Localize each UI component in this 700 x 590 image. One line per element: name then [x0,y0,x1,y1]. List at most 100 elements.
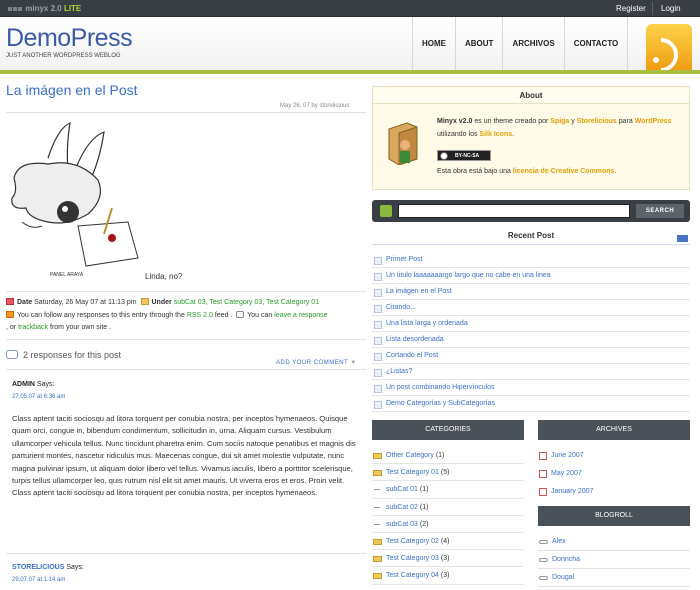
divider [6,339,366,340]
leave-response-link[interactable]: leave a response [274,312,327,319]
archive-item[interactable]: May 2007 [538,465,690,483]
folder-icon [373,470,382,477]
category-link[interactable]: Test Category 01 [266,299,319,306]
recent-post-item[interactable]: Un post combinando Hipervínculos [372,380,690,396]
post-title[interactable]: La imágen en el Post [6,82,138,98]
search-icon [380,205,392,217]
brand-logo: minyx 2.0 LITE [8,4,81,13]
recent-post-item[interactable]: Primer Post [372,252,690,268]
cc-icon [440,152,448,160]
recent-post-item[interactable]: La imágen en el Post [372,284,690,300]
archive-item[interactable]: June 2007 [538,447,690,465]
search-button[interactable]: SEARCH [636,204,684,218]
recent-post-item[interactable]: ¿Listas? [372,364,690,380]
blogroll-item[interactable]: Alex [538,533,690,551]
responses-header: 2 responses for this post [6,350,121,360]
main-nav: HOME ABOUT ARCHIVOS CONTACTO [412,17,629,70]
nav-home[interactable]: HOME [412,17,455,70]
box-icon [388,122,418,165]
brand-name: minyx 2.0 [25,4,62,13]
calendar-icon [539,488,547,496]
subcategory-item[interactable]: subCat 03 (2) [372,516,524,533]
divider [6,112,366,113]
register-link[interactable]: Register [616,4,646,13]
trackback-text: from your own site . [50,324,112,331]
category-list: Other Category (1) Test Category 01 (5) … [372,447,524,585]
recent-post-item[interactable]: Citando... [372,300,690,316]
wordpress-link[interactable]: WordPress [635,118,672,125]
site-title[interactable]: DemoPress [6,24,133,53]
subcategory-item[interactable]: subCat 02 (1) [372,499,524,516]
subcategory-item[interactable]: subCat 01 (1) [372,481,524,499]
link-icon [539,558,548,562]
recent-post-title: Recent Post [507,231,555,240]
post-info: Date Saturday, 26 May 07 at 11:13 pm Und… [6,298,328,331]
trackback-link[interactable]: trackback [18,324,48,331]
blogroll-item[interactable]: Dougal [538,569,690,587]
storelicious-link[interactable]: Storelicious [577,118,617,125]
rss-link[interactable]: RSS 2.0 [187,312,213,319]
add-comment-link[interactable]: ADD YOUR COMMENT ▼ [276,360,357,366]
nav-about[interactable]: ABOUT [455,17,502,70]
calendar-icon [6,298,14,305]
category-link[interactable]: subCat 03 [174,299,206,306]
creative-commons-badge[interactable]: BY-NC-SA [437,150,491,161]
categories-heading: CATEGORIES [372,420,524,440]
blogroll-list: Alex Donncha Dougal [538,533,690,587]
folder-icon [373,556,382,563]
nav-contacto[interactable]: CONTACTO [563,17,629,70]
comment-icon [236,310,245,318]
archives-heading: ARCHIVES [538,420,690,440]
comment-date: 27.05.07 at 6:36 am [12,394,66,400]
archive-item[interactable]: January 2007 [538,483,690,501]
about-text: Minyx v2.0 es un theme creado por Spiga … [437,118,672,138]
recent-post-item[interactable]: Demo Categorías y SubCategorías [372,396,690,412]
post-date-meta: May 26, 07 by storelicious [280,103,350,109]
silk-icons-link[interactable]: Silk Icons [479,131,512,138]
post-image-doodle: PANEL ARAYA [11,122,139,278]
category-item[interactable]: Test Category 01 (5) [372,464,524,482]
license-link[interactable]: licencia de Creative Commons [513,168,615,175]
trackback-text: , or [6,324,17,331]
recent-post-item[interactable]: Lista desordenada [372,332,690,348]
rss-icon[interactable] [677,235,688,242]
category-item[interactable]: Other Category (1) [372,447,524,465]
category-item[interactable]: Test Category 03 (3) [372,550,524,568]
recent-post-list: Primer Post Un titulo laaaaaaargo largo … [372,252,690,412]
divider [6,291,366,292]
search-widget: SEARCH [372,200,690,222]
category-item[interactable]: Test Category 02 (4) [372,533,524,551]
search-input[interactable] [398,204,630,218]
chevron-down-icon: ▼ [350,360,357,366]
nav-archivos[interactable]: ARCHIVOS [502,17,563,70]
folder-icon [373,538,382,545]
site-description: JUST ANOTHER WORDPRESS WEBLOG [6,53,121,59]
recent-post-item[interactable]: Un titulo laaaaaaargo largo que no cabe … [372,268,690,284]
about-widget: About Minyx v2.0 es un theme creado por … [372,86,690,190]
archive-list: June 2007 May 2007 January 2007 [538,447,690,501]
under-label: Under [151,299,172,306]
comment-author: ADMIN Says: [12,381,55,388]
divider [652,2,653,15]
divider [6,553,366,554]
top-bar: minyx 2.0 LITE Register Login [0,0,700,17]
link-icon [539,576,548,580]
spiga-link[interactable]: Spiga [550,118,569,125]
header-accent-line [0,70,700,74]
category-link[interactable]: Test Category 03 [209,299,262,306]
leave-text: You can [247,311,273,319]
category-item[interactable]: Test Category 04 (3) [372,567,524,585]
about-heading: About [373,87,689,104]
follow-text: You can follow any responses to this ent… [17,311,185,319]
add-comment-label[interactable]: ADD YOUR COMMENT [276,360,348,366]
calendar-icon [539,470,547,478]
link-icon [539,540,548,544]
divider [6,369,366,370]
login-link[interactable]: Login [661,4,681,13]
blogroll-item[interactable]: Donncha [538,551,690,569]
recent-post-item[interactable]: Cortando el Post [372,348,690,364]
rss-feed-icon[interactable] [646,24,692,70]
date-label: Date [17,299,33,306]
recent-post-item[interactable]: Una lista larga y ordenada [372,316,690,332]
folder-icon [140,298,149,305]
